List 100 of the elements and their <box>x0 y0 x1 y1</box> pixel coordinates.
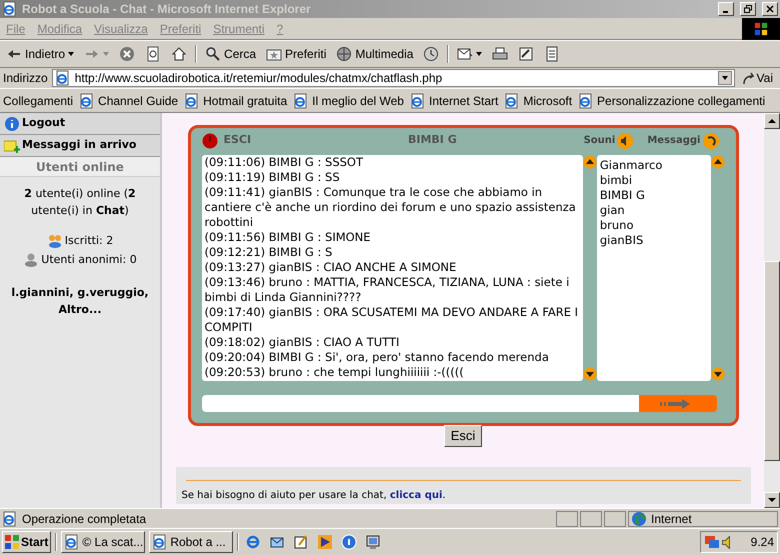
caret-icon <box>722 76 728 80</box>
sidebar-item[interactable]: Logout <box>0 113 160 135</box>
chat-message: (09:11:06) BIMBI G : SSSOT <box>204 155 364 170</box>
online-names: l.giannini, g.veruggio, Altro... <box>10 285 150 318</box>
user-item[interactable]: bimbi <box>600 173 708 188</box>
status-panel <box>604 510 626 526</box>
chat-message: (09:20:53) bruno : che tempi lunghiiiiiii :-((((( <box>204 365 465 380</box>
scrollbar-thumb[interactable] <box>764 260 780 460</box>
down-arrow-icon <box>768 498 776 502</box>
chat-message: (09:20:04) BIMBI G : Si', ora, pero' stanno facendo merenda <box>204 350 550 365</box>
link-button[interactable]: Hotmail gratuita <box>184 92 288 110</box>
sound-toggle[interactable]: Souni <box>584 132 634 148</box>
exit-button[interactable]: Esci <box>444 425 482 447</box>
browser-icon <box>2 1 18 17</box>
online-users-header: Utenti online <box>0 157 160 177</box>
user-item[interactable]: BIMBI G <box>600 188 708 203</box>
history-icon <box>423 46 440 62</box>
speaker-icon <box>722 536 730 548</box>
page-icon <box>578 92 594 108</box>
globe-icon <box>336 46 352 62</box>
favorites-button[interactable]: Preferiti <box>264 43 328 65</box>
windows-logo <box>5 535 19 549</box>
users-icon <box>46 233 63 250</box>
restore-icon <box>744 5 752 13</box>
speaker-icon <box>617 132 634 148</box>
scroll-up-button[interactable] <box>764 113 780 129</box>
curved-arrow-icon <box>742 72 754 84</box>
page-icon <box>410 92 426 108</box>
link-button[interactable]: Personalizzazione collegamenti <box>578 92 766 110</box>
anonymous-count: Utenti anonimi: 0 <box>41 252 137 268</box>
chat-message: (09:13:27) gianBIS : CIAO ANCHE A SIMONE <box>204 260 458 275</box>
message-input[interactable] <box>202 395 638 412</box>
zone-text: Internet <box>651 510 692 528</box>
info-icon <box>341 534 358 550</box>
go-button[interactable]: Vai <box>738 69 777 87</box>
taskbar-button[interactable]: © La scat... <box>61 531 146 553</box>
scroll-up-button[interactable] <box>582 155 597 169</box>
chat-message: (09:13:46) bruno : MATTIA, FRANCESCA, TIZIANA, LUNA : siete i bimbi di Linda Giannini???? <box>204 275 570 305</box>
power-icon <box>202 132 218 148</box>
room-title: BIMBI G <box>406 132 458 148</box>
envelope-plus-icon <box>4 138 20 154</box>
link-button[interactable]: Il meglio del Web <box>293 92 404 110</box>
status-text: Operazione completata <box>22 510 148 528</box>
dropdown-button[interactable] <box>718 71 732 85</box>
page-icon <box>79 92 96 108</box>
refresh-icon <box>145 46 162 62</box>
printer-icon <box>492 46 508 62</box>
page-icon <box>293 92 310 108</box>
scroll-down-button[interactable] <box>764 492 780 508</box>
restore-button[interactable] <box>740 2 756 16</box>
address-label: Indirizzo <box>3 70 48 87</box>
home-icon <box>171 46 188 62</box>
address-field[interactable]: http://www.scuoladirobotica.it/retemiur/modules/chatmx/chatflash.php <box>52 69 735 87</box>
chat-message: (09:11:56) BIMBI G : SIMONE <box>204 230 372 245</box>
user-item[interactable]: Gianmarco <box>600 158 708 173</box>
link-button[interactable]: Internet Start <box>410 92 498 110</box>
caret-icon <box>68 52 74 56</box>
help-text: Se hai bisogno di aiuto per usare la chat, clicca qui. <box>182 489 447 503</box>
media-button[interactable]: Multimedia <box>334 43 416 65</box>
user-item[interactable]: gianBIS <box>600 233 708 248</box>
online-summary: 2 utente(i) online (2 utente(i) in Chat) <box>23 186 137 219</box>
page-icon <box>54 70 71 86</box>
chat-message: (09:18:02) gianBIS : CIAO A TUTTI <box>204 335 400 350</box>
caret-icon <box>103 52 110 56</box>
link-button[interactable]: Microsoft <box>504 92 572 110</box>
user-item[interactable]: bruno <box>600 218 708 233</box>
anonymous-users-icon <box>23 252 40 268</box>
minimize-button[interactable] <box>718 2 734 16</box>
close-button[interactable] <box>762 2 778 16</box>
info-icon <box>4 116 20 132</box>
document-icon <box>544 46 560 62</box>
page-icon <box>504 92 520 108</box>
search-button[interactable]: Cerca <box>203 43 258 65</box>
sidebar-item[interactable]: Messaggi in arrivo <box>0 135 160 157</box>
scroll-down-button[interactable] <box>710 367 724 381</box>
messages-toggle[interactable]: Messaggi <box>647 132 718 148</box>
page-icon <box>184 92 200 108</box>
scroll-up-button[interactable] <box>710 155 724 169</box>
scrollbar-track[interactable] <box>764 113 780 508</box>
taskbar-button[interactable]: Robot a ... <box>149 531 234 553</box>
notepad-icon <box>293 534 310 550</box>
window-title: Robot a Scuola - Chat - Microsoft Internet Explorer <box>22 1 312 18</box>
user-item[interactable]: gian <box>600 203 708 218</box>
stop-icon <box>119 46 136 62</box>
mail-icon <box>457 46 474 62</box>
scroll-down-button[interactable] <box>582 367 597 381</box>
start-button[interactable]: Start <box>2 531 52 553</box>
link-button[interactable]: Channel Guide <box>79 92 178 110</box>
registered-count: Iscritti: 2 <box>64 233 114 249</box>
windows-logo <box>742 18 780 40</box>
chat-message: (09:12:21) BIMBI G : S <box>204 245 334 260</box>
page-icon <box>64 534 80 550</box>
clock: 9.24 <box>750 534 774 551</box>
chat-message: (09:11:19) BIMBI G : SS <box>204 170 341 185</box>
monitor-icon <box>365 534 382 550</box>
help-link[interactable]: clicca qui <box>390 490 442 501</box>
globe-icon <box>631 510 647 526</box>
back-button[interactable]: Indietro <box>4 43 76 65</box>
chat-message: (09:11:41) gianBIS : Comunque tra le cose che abbiamo in cantiere c'è anche un riordino dei forum e uno spazio assistenza robottini <box>204 185 577 230</box>
close-icon <box>766 5 774 13</box>
